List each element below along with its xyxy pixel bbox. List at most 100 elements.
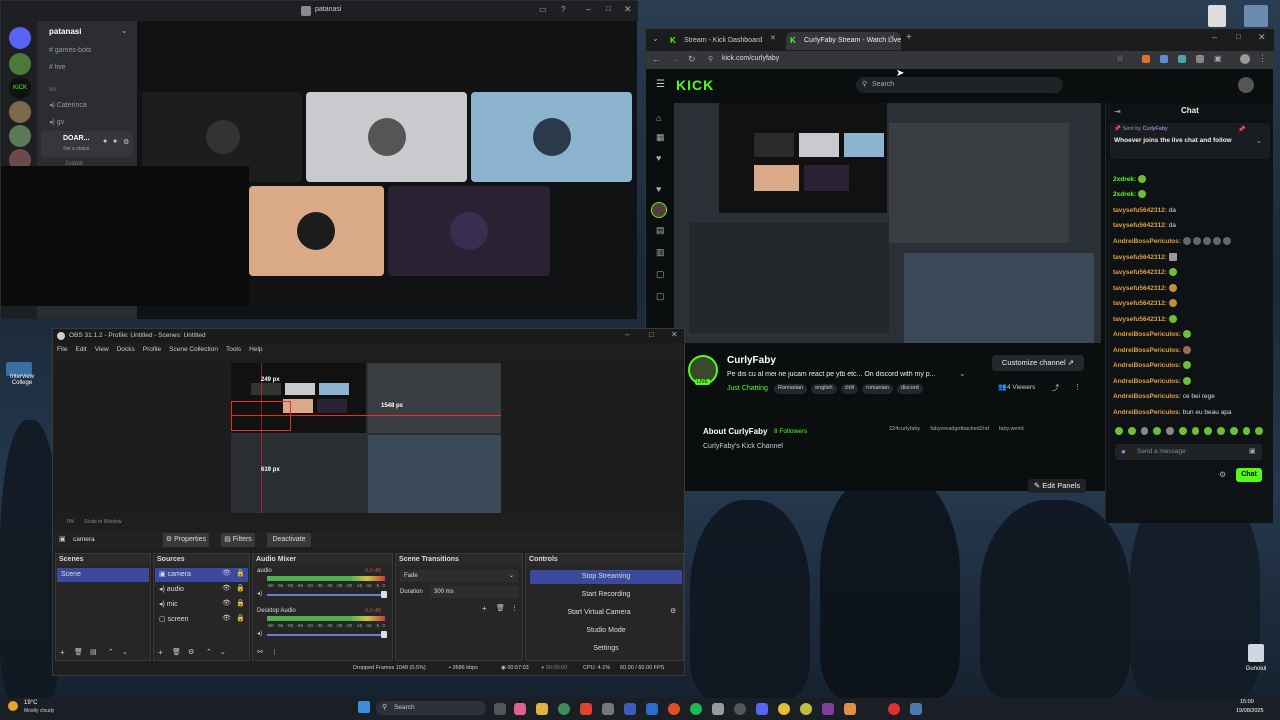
emoji-icon[interactable]: ▣ bbox=[1249, 447, 1256, 455]
menu-view[interactable]: View bbox=[95, 346, 109, 356]
speaker-icon[interactable]: ◂) bbox=[257, 590, 262, 597]
recycle-bin-icon[interactable] bbox=[1248, 644, 1264, 662]
chat-input[interactable]: ● Send a message ▣ bbox=[1115, 444, 1262, 460]
close-tab-icon[interactable]: ✕ bbox=[770, 34, 776, 42]
search-input[interactable]: ⚲ Search bbox=[856, 77, 1063, 93]
channel-live[interactable]: # live bbox=[49, 64, 65, 71]
properties-button[interactable]: ⚙ Properties bbox=[163, 533, 209, 547]
source-item[interactable]: ◂) mic bbox=[155, 598, 248, 612]
close-icon[interactable]: ✕ bbox=[624, 4, 632, 15]
menu-edit[interactable]: Edit bbox=[75, 346, 86, 356]
heart-icon[interactable]: ♥ bbox=[656, 184, 666, 194]
source-item[interactable]: ◂) audio bbox=[155, 583, 248, 597]
eye-icon[interactable]: 👁 bbox=[222, 614, 231, 622]
channel-games-bots[interactable]: # games-bots bbox=[49, 47, 91, 54]
emote-icon[interactable] bbox=[1127, 427, 1136, 435]
app-icon[interactable] bbox=[888, 703, 900, 715]
tab-curlyfaby-stream[interactable]: K CurlyFaby Stream - Watch Live bbox=[786, 32, 901, 50]
emote-icon[interactable] bbox=[1255, 427, 1263, 435]
url-field[interactable]: kick.com/curlyfaby bbox=[722, 55, 779, 62]
menu-tools[interactable]: Tools bbox=[226, 346, 241, 356]
menu-scene-collection[interactable]: Scene Collection bbox=[169, 346, 218, 356]
filter-icon[interactable]: ▤ bbox=[90, 648, 97, 656]
extension-icon[interactable] bbox=[1160, 55, 1168, 63]
stream-video-player[interactable] bbox=[674, 103, 1101, 343]
preview-area[interactable]: 249 px 1548 px 619 px bbox=[53, 359, 684, 517]
move-up-icon[interactable]: ⌃ bbox=[108, 648, 114, 656]
weather-icon[interactable] bbox=[8, 701, 18, 711]
inbox-icon[interactable]: ▭ bbox=[539, 5, 549, 15]
task-view-icon[interactable] bbox=[494, 703, 506, 715]
chat-bubble-icon[interactable]: ▢ bbox=[656, 291, 666, 301]
close-icon[interactable]: ✕ bbox=[1258, 32, 1266, 43]
clock-date[interactable]: 19/08/2025 bbox=[1236, 708, 1264, 714]
tab-menu-icon[interactable]: ⌄ bbox=[652, 34, 659, 43]
start-recording-button[interactable]: Start Recording bbox=[530, 588, 682, 602]
streamer-name[interactable]: CurlyFaby bbox=[727, 355, 776, 366]
desktop-file-icon[interactable] bbox=[1208, 5, 1226, 27]
minimize-icon[interactable]: – bbox=[586, 4, 591, 14]
collapse-chat-icon[interactable]: ⇥ bbox=[1114, 107, 1121, 116]
emote-icon[interactable] bbox=[1191, 427, 1200, 435]
mixer-menu-icon[interactable]: ⋮ bbox=[271, 648, 278, 656]
lock-icon[interactable]: 🔒 bbox=[236, 599, 245, 607]
extension-icon[interactable] bbox=[1196, 55, 1204, 63]
mic-icon[interactable]: ● bbox=[103, 138, 107, 145]
obs-taskbar-icon[interactable] bbox=[734, 703, 746, 715]
trash-icon[interactable]: 🗑 bbox=[172, 648, 181, 656]
volume-slider[interactable] bbox=[267, 594, 385, 596]
library-icon[interactable]: ▥ bbox=[656, 247, 666, 257]
gear-icon[interactable]: ⚙ bbox=[670, 607, 676, 615]
server-icon[interactable] bbox=[9, 125, 31, 147]
voice-channel[interactable]: ◂) Caterinca bbox=[49, 101, 87, 109]
server-icon[interactable] bbox=[9, 101, 31, 123]
eye-icon[interactable]: 👁 bbox=[222, 569, 231, 577]
filters-button[interactable]: ▤ Filters bbox=[221, 533, 255, 547]
lock-icon[interactable]: 🔒 bbox=[236, 614, 245, 622]
video-tile[interactable] bbox=[388, 186, 550, 276]
emote-icon[interactable] bbox=[1204, 427, 1212, 435]
app-icon[interactable] bbox=[602, 703, 614, 715]
voice-channel[interactable]: ◂) gv bbox=[49, 118, 64, 126]
start-button[interactable] bbox=[358, 701, 370, 713]
chevron-down-icon[interactable]: ⌄ bbox=[959, 369, 966, 378]
tag[interactable]: chill bbox=[840, 384, 858, 394]
social-link[interactable]: fabyvreadgotbacked2nd bbox=[930, 426, 989, 432]
maximize-icon[interactable]: □ bbox=[1236, 32, 1241, 41]
app-icon[interactable] bbox=[580, 703, 592, 715]
stream-category[interactable]: Just Chatting bbox=[727, 385, 768, 392]
chat-bubble-icon[interactable]: ▢ bbox=[656, 269, 666, 279]
settings-button[interactable]: Settings bbox=[530, 642, 682, 656]
file-explorer-icon[interactable] bbox=[536, 703, 548, 715]
server-icon[interactable] bbox=[9, 53, 31, 75]
discord-home-icon[interactable] bbox=[9, 27, 31, 49]
add-icon[interactable]: + bbox=[60, 648, 65, 657]
minimize-icon[interactable]: – bbox=[625, 330, 629, 339]
chrome-icon[interactable] bbox=[778, 703, 790, 715]
bookmark-star-icon[interactable]: ☆ bbox=[1116, 53, 1124, 64]
source-item[interactable]: ▢ screen bbox=[155, 613, 248, 627]
new-tab-icon[interactable]: + bbox=[906, 32, 912, 43]
app-icon[interactable] bbox=[624, 703, 636, 715]
chevron-down-icon[interactable]: ⌄ bbox=[1256, 137, 1262, 145]
menu-help[interactable]: Help bbox=[249, 346, 262, 356]
emote-picker-icon[interactable]: ● bbox=[1121, 447, 1126, 456]
kick-server-icon[interactable]: KICK bbox=[9, 77, 31, 99]
social-link[interactable]: faby.weird bbox=[999, 426, 1024, 432]
extension-icon[interactable] bbox=[1178, 55, 1186, 63]
close-icon[interactable]: ✕ bbox=[671, 330, 678, 339]
spotify-icon[interactable] bbox=[690, 703, 702, 715]
taskbar-search[interactable]: ⚲ Search bbox=[376, 701, 486, 715]
duration-input[interactable]: 300 ms bbox=[430, 586, 518, 598]
volume-slider-handle[interactable] bbox=[381, 591, 387, 598]
scene-item[interactable]: Scene bbox=[57, 568, 149, 582]
chat-settings-icon[interactable]: ⚙ bbox=[1219, 470, 1226, 479]
pin-icon[interactable]: 📌 bbox=[1238, 126, 1245, 133]
user-avatar[interactable] bbox=[1238, 77, 1254, 93]
minimize-icon[interactable]: – bbox=[1212, 32, 1217, 42]
word-icon[interactable] bbox=[646, 703, 658, 715]
emote-icon[interactable] bbox=[1140, 427, 1149, 435]
move-down-icon[interactable]: ⌄ bbox=[122, 648, 128, 656]
app-icon[interactable] bbox=[844, 703, 856, 715]
reload-icon[interactable]: ↻ bbox=[688, 54, 696, 65]
